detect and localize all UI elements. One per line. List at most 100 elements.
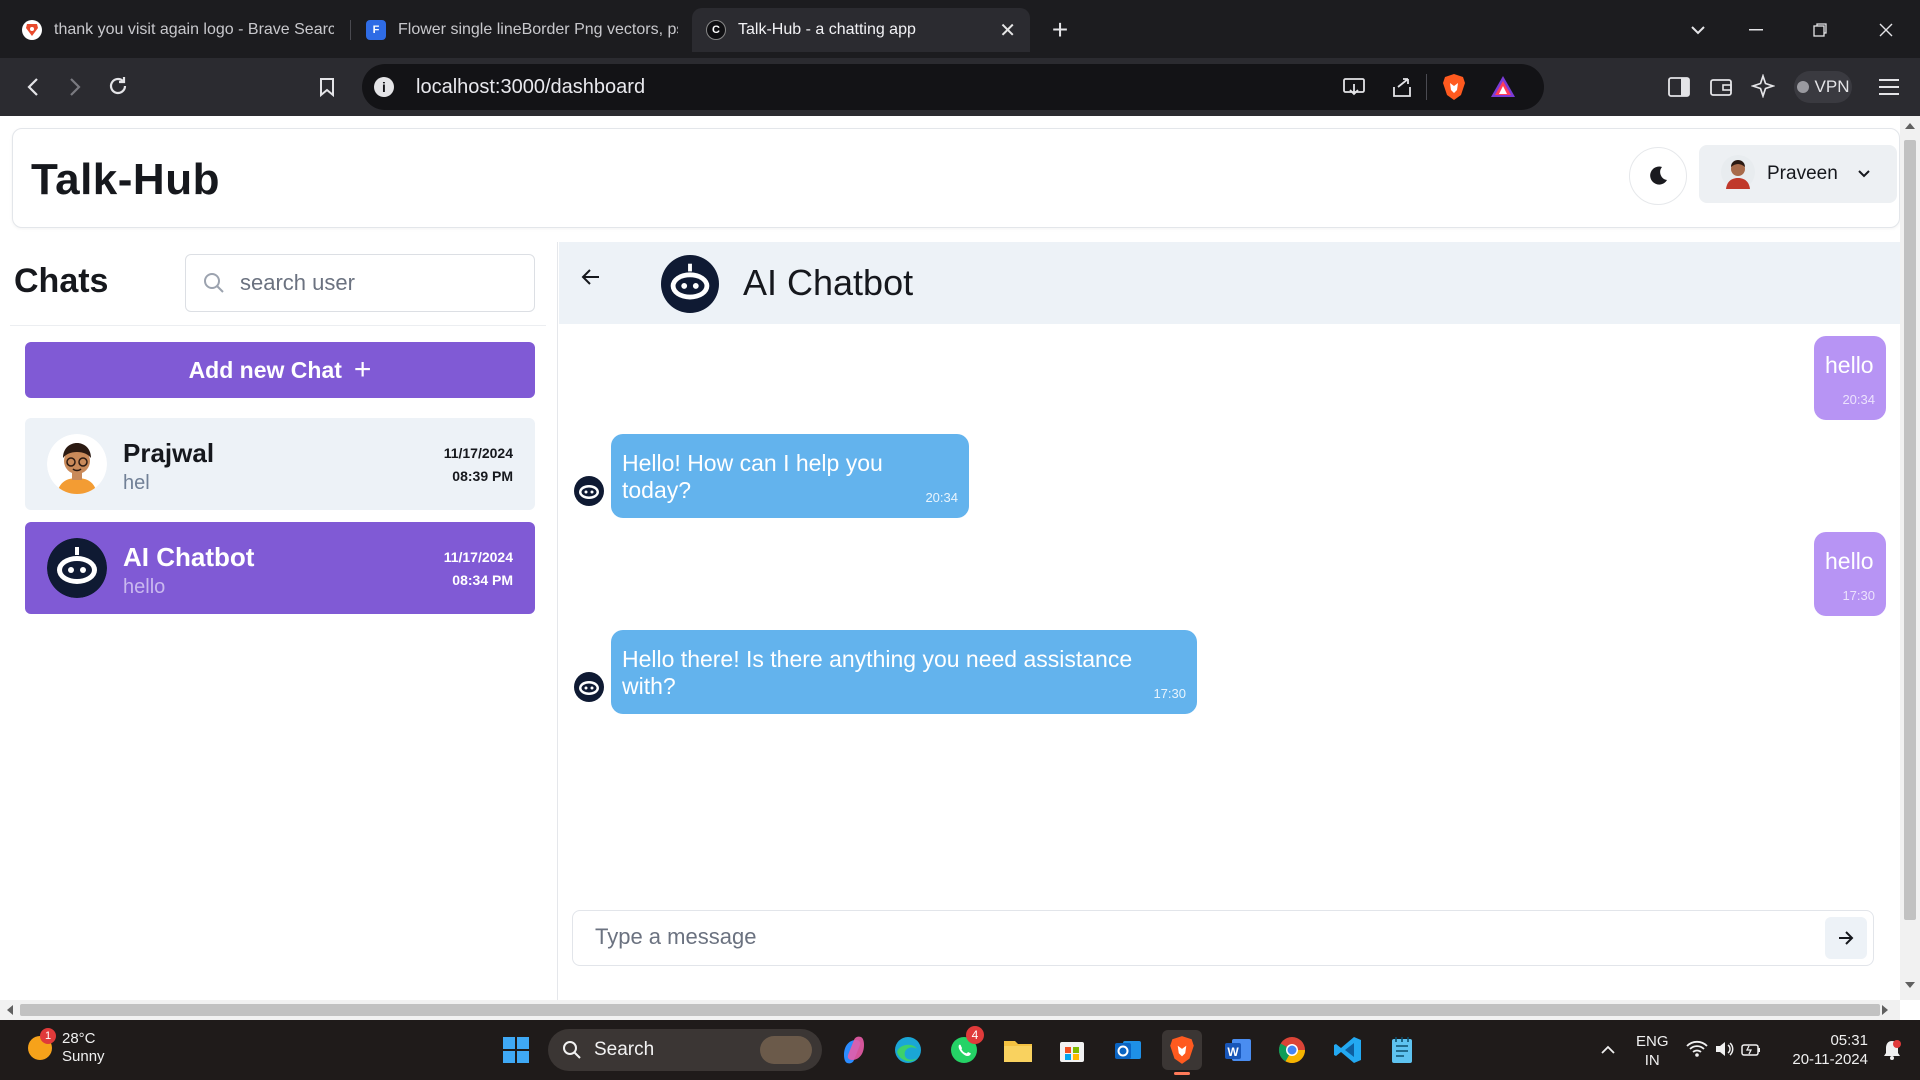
tray-chevron-up-icon[interactable] [1600, 1042, 1616, 1060]
message-input[interactable] [595, 924, 1775, 950]
battery-icon[interactable] [1740, 1040, 1762, 1063]
horizontal-scrollbar[interactable] [0, 1000, 1900, 1020]
chat-date: 11/17/2024 [443, 549, 513, 565]
chats-heading: Chats [14, 262, 109, 300]
forward-icon[interactable] [60, 72, 90, 102]
sun-icon: 1 [26, 1028, 56, 1062]
brave-browser-icon[interactable] [1162, 1030, 1202, 1075]
close-tab-icon[interactable]: ✕ [999, 18, 1016, 43]
taskbar-search-label: Search [594, 1039, 655, 1060]
bookmark-icon[interactable] [312, 72, 342, 102]
word-icon[interactable]: W [1218, 1030, 1258, 1070]
tab-talk-hub[interactable]: C Talk-Hub - a chatting app ✕ [692, 8, 1030, 52]
message-timestamp: 20:34 [1842, 392, 1875, 407]
volume-icon[interactable] [1714, 1040, 1734, 1063]
weather-badge: 1 [40, 1028, 56, 1044]
notification-bell-icon[interactable] [1882, 1039, 1902, 1066]
scroll-right-icon[interactable] [1882, 1005, 1888, 1015]
minimize-window-button[interactable] [1740, 14, 1772, 46]
freepik-favicon-icon: F [366, 20, 386, 40]
vpn-button[interactable]: VPN [1794, 71, 1852, 103]
back-icon[interactable] [18, 72, 48, 102]
search-icon [204, 273, 224, 293]
leo-ai-icon[interactable] [1748, 71, 1778, 101]
message-text: Hello there! Is there anything you need … [622, 646, 1133, 699]
cast-icon[interactable] [1342, 76, 1366, 103]
tab-separator [350, 20, 351, 40]
sidebar-divider [10, 325, 546, 326]
restore-window-button[interactable] [1804, 14, 1836, 46]
windows-start-icon[interactable] [496, 1030, 536, 1070]
tab-search-chevron-icon[interactable] [1682, 14, 1714, 46]
clock[interactable]: 05:31 20-11-2024 [1774, 1031, 1868, 1069]
file-explorer-icon[interactable] [998, 1030, 1038, 1070]
edge-browser-icon[interactable] [888, 1030, 928, 1070]
windows-taskbar: 1 28°C Sunny Search 4 W ENG IN 05:31 20-… [0, 1020, 1920, 1080]
tab-title: Talk-Hub - a chatting app [738, 21, 916, 38]
user-menu-button[interactable]: Praveen [1699, 145, 1897, 203]
menu-hamburger-icon[interactable] [1874, 72, 1904, 102]
language-indicator[interactable]: ENG IN [1636, 1032, 1669, 1070]
message-timestamp: 20:34 [925, 490, 958, 505]
brave-rewards-icon[interactable] [1490, 75, 1516, 104]
address-bar[interactable]: i localhost:3000/dashboard [362, 64, 1544, 110]
scroll-down-icon[interactable] [1905, 982, 1915, 988]
tab-brave-search[interactable]: thank you visit again logo - Brave Searc… [8, 8, 348, 52]
active-app-indicator [1174, 1072, 1190, 1075]
app-page: Talk-Hub Praveen Chats search user Add n… [0, 116, 1900, 1000]
send-button[interactable] [1825, 917, 1867, 959]
weather-widget[interactable]: 1 28°C Sunny [26, 1028, 105, 1066]
copilot-icon[interactable] [834, 1030, 874, 1070]
whatsapp-badge: 4 [966, 1026, 984, 1044]
add-new-chat-button[interactable]: Add new Chat + [25, 342, 535, 398]
chat-name: Prajwal [123, 438, 215, 468]
browser-tab-bar: thank you visit again logo - Brave Searc… [0, 0, 1920, 58]
share-icon[interactable] [1390, 75, 1414, 104]
chat-time: 08:34 PM [452, 572, 513, 588]
new-tab-button[interactable]: + [1044, 14, 1076, 46]
add-new-chat-label: Add new Chat [188, 356, 342, 383]
wifi-icon[interactable] [1686, 1040, 1708, 1063]
conversation-header: AI Chatbot [559, 242, 1900, 324]
conversation-title: AI Chatbot [743, 262, 914, 303]
back-arrow-icon[interactable] [581, 268, 601, 291]
browser-toolbar: i localhost:3000/dashboard VPN [0, 58, 1920, 116]
outlook-icon[interactable] [1108, 1030, 1148, 1070]
vscode-icon[interactable] [1328, 1030, 1368, 1070]
tab-freepik[interactable]: F Flower single lineBorder Png vectors, … [352, 8, 692, 52]
search-user-input[interactable] [240, 270, 490, 296]
chrome-icon[interactable] [1272, 1030, 1312, 1070]
bot-avatar-icon [574, 476, 604, 506]
close-window-button[interactable] [1870, 14, 1902, 46]
taskbar-search[interactable]: Search [548, 1029, 822, 1071]
scroll-left-icon[interactable] [7, 1005, 13, 1015]
theme-toggle-button[interactable] [1629, 147, 1687, 205]
vertical-scrollbar[interactable] [1900, 116, 1920, 1000]
microsoft-store-icon[interactable] [1052, 1030, 1092, 1070]
search-highlight-icon [760, 1036, 812, 1064]
brave-shields-icon[interactable] [1442, 73, 1466, 106]
site-info-icon[interactable]: i [374, 77, 394, 97]
weather-desc: Sunny [62, 1048, 105, 1065]
scroll-up-icon[interactable] [1905, 123, 1915, 129]
chat-list-item-ai-chatbot[interactable]: AI Chatbot hello 11/17/2024 08:34 PM [25, 522, 535, 614]
vertical-scrollbar-thumb[interactable] [1904, 140, 1916, 920]
sidebar-toggle-icon[interactable] [1664, 72, 1694, 102]
message-timestamp: 17:30 [1153, 686, 1186, 701]
search-box[interactable] [185, 254, 535, 312]
weather-temp: 28°C [62, 1030, 96, 1047]
chat-list-item-prajwal[interactable]: Prajwal hel 11/17/2024 08:39 PM [25, 418, 535, 510]
conversation-avatar [661, 255, 719, 313]
wallet-icon[interactable] [1706, 72, 1736, 102]
chats-sidebar: Chats Add new Chat + [0, 242, 558, 1000]
tab-title: Flower single lineBorder Png vectors, ps… [398, 21, 678, 38]
svg-text:W: W [1227, 1045, 1239, 1059]
whatsapp-icon[interactable]: 4 [944, 1026, 984, 1070]
message-text: hello [1825, 352, 1874, 378]
message-text: Hello! How can I help you today? [622, 450, 883, 503]
chat-date: 11/17/2024 [443, 445, 513, 461]
horizontal-scrollbar-thumb[interactable] [20, 1004, 1880, 1016]
reload-icon[interactable] [103, 71, 133, 101]
chat-preview: hello [123, 576, 166, 598]
notepad-icon[interactable] [1382, 1030, 1422, 1070]
